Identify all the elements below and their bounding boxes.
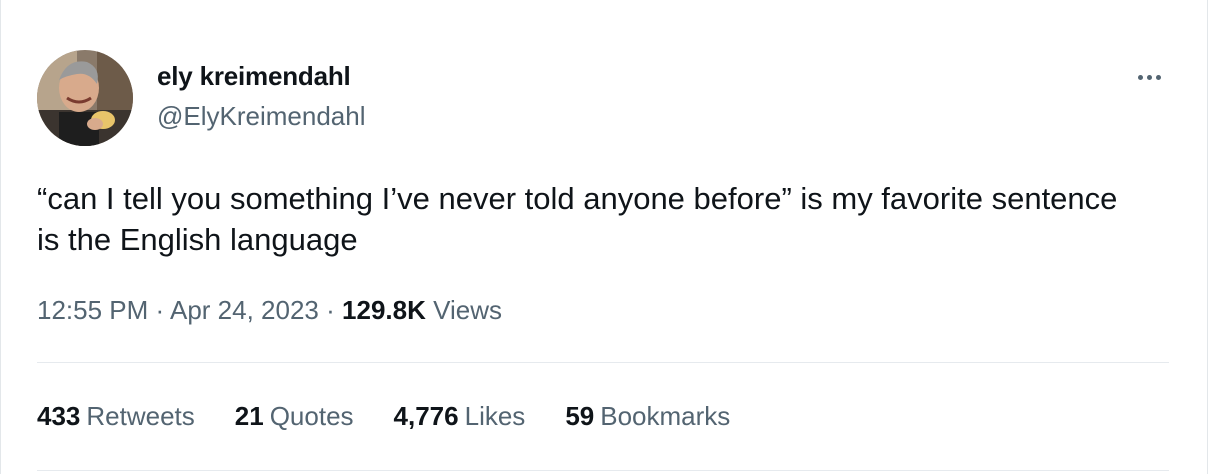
likes-count: 4,776: [393, 401, 459, 431]
retweets-count: 433: [37, 401, 81, 431]
divider: [37, 362, 1169, 363]
likes-label: Likes: [464, 401, 526, 431]
tweet-meta: 12:55 PM · Apr 24, 2023 · 129.8K Views: [37, 292, 502, 328]
tweet-time[interactable]: 12:55 PM: [37, 295, 148, 325]
tweet-card: ely kreimendahl @ElyKreimendahl “can I t…: [0, 0, 1208, 474]
retweets-stat[interactable]: 433 Retweets: [37, 398, 195, 434]
likes-stat[interactable]: 4,776 Likes: [394, 398, 526, 434]
quotes-label: Quotes: [269, 401, 354, 431]
author-handle[interactable]: @ElyKreimendahl: [157, 100, 365, 132]
meta-separator: ·: [155, 295, 165, 325]
retweets-label: Retweets: [86, 401, 195, 431]
bookmarks-stat[interactable]: 59 Bookmarks: [565, 398, 730, 434]
quotes-stat[interactable]: 21 Quotes: [235, 398, 354, 434]
author-name[interactable]: ely kreimendahl: [157, 60, 351, 92]
divider: [37, 470, 1169, 471]
views-count: 129.8K: [342, 295, 426, 325]
avatar[interactable]: [37, 50, 133, 146]
views-label: Views: [433, 295, 502, 325]
tweet-date[interactable]: Apr 24, 2023: [170, 295, 319, 325]
engagement-stats: 433 Retweets 21 Quotes 4,776 Likes 59 Bookma…: [37, 398, 770, 434]
meta-separator: ·: [326, 295, 335, 325]
tweet-text: “can I tell you something I’ve never tol…: [37, 181, 1118, 257]
quotes-count: 21: [234, 401, 264, 431]
bookmarks-count: 59: [565, 401, 595, 431]
bookmarks-label: Bookmarks: [600, 401, 731, 431]
more-horizontal-icon: [1136, 74, 1163, 80]
more-options-button[interactable]: [1129, 60, 1169, 94]
